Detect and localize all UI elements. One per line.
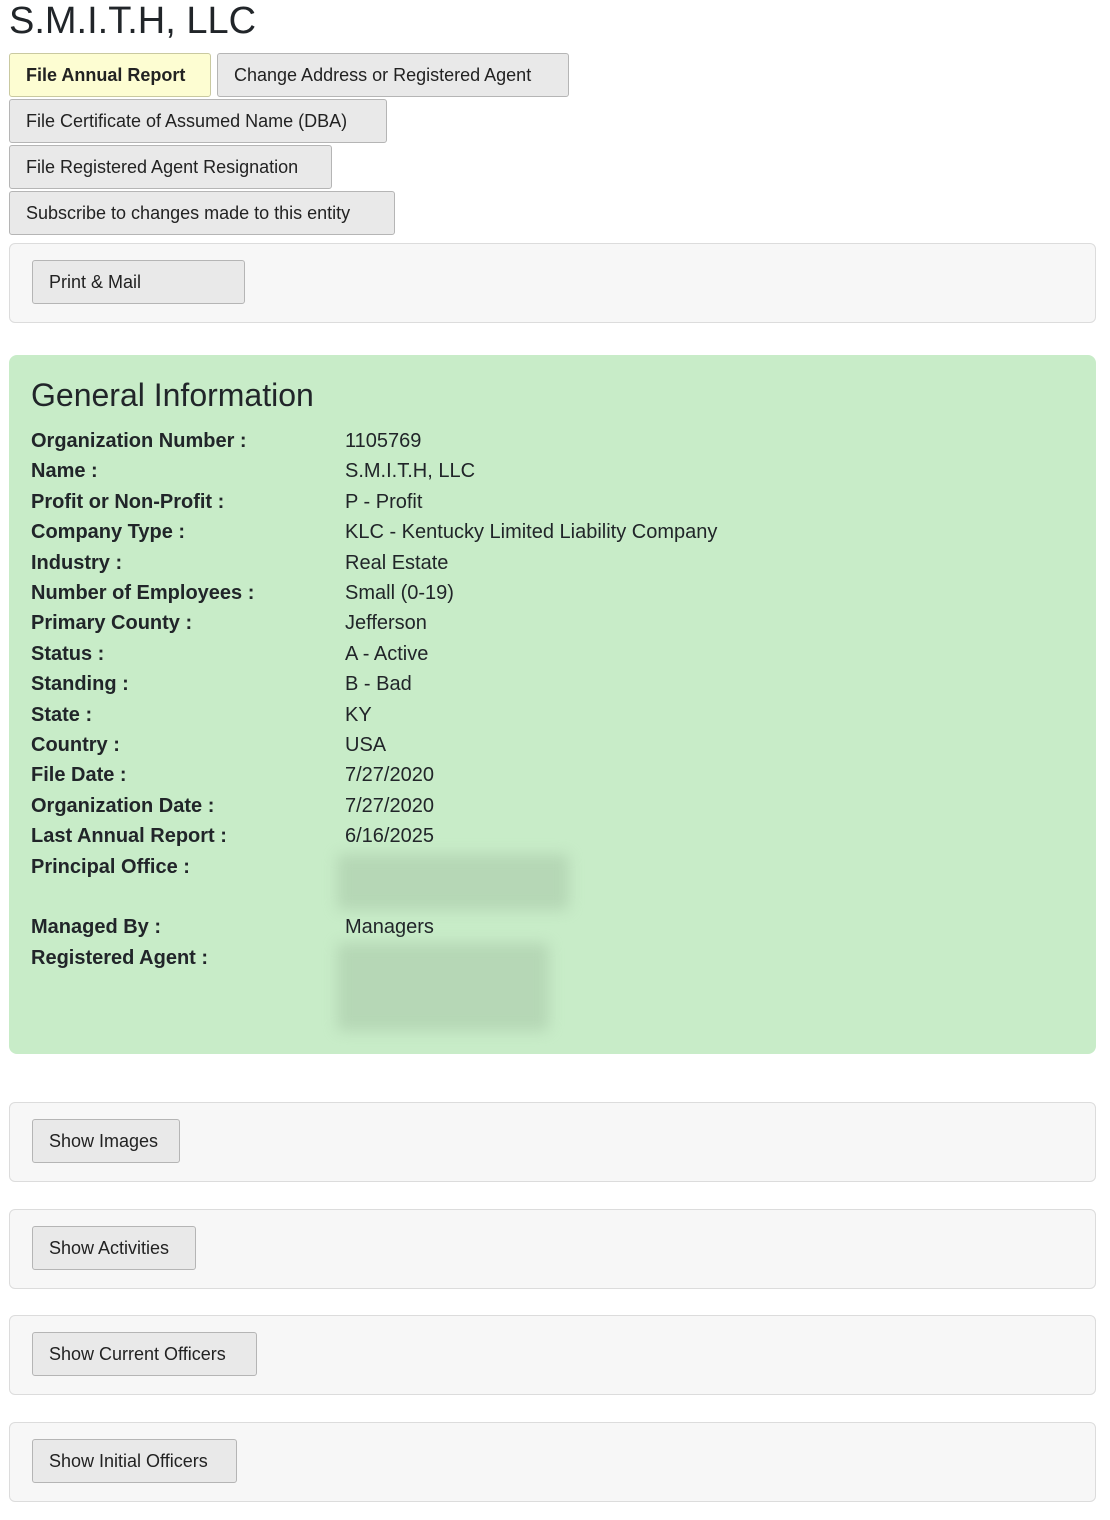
field-label-standing: Standing : xyxy=(31,673,129,695)
field-label-country: Country : xyxy=(31,734,120,756)
images-panel: Show Images xyxy=(9,1102,1096,1182)
file-dba-button[interactable]: File Certificate of Assumed Name (DBA) xyxy=(9,99,387,143)
principal-office-redacted-address xyxy=(337,854,569,910)
field-value-country: USA xyxy=(345,734,387,756)
field-label-primary-county: Primary County : xyxy=(31,612,193,634)
field-label-file-date: File Date : xyxy=(31,764,127,786)
field-value-primary-county: Jefferson xyxy=(345,612,427,634)
initial-officers-panel: Show Initial Officers xyxy=(9,1422,1096,1502)
field-label-profit: Profit or Non-Profit : xyxy=(31,491,225,513)
show-initial-officers-button[interactable]: Show Initial Officers xyxy=(32,1439,237,1483)
field-value-file-date: 7/27/2020 xyxy=(345,764,434,786)
field-value-name: S.M.I.T.H, LLC xyxy=(345,460,476,482)
field-label-employees: Number of Employees : xyxy=(31,582,255,604)
field-label-name: Name : xyxy=(31,460,98,482)
field-value-organization-number: 1105769 xyxy=(345,430,422,452)
field-label-organization-date: Organization Date : xyxy=(31,795,215,817)
show-activities-button[interactable]: Show Activities xyxy=(32,1226,196,1270)
show-images-button[interactable]: Show Images xyxy=(32,1119,180,1163)
field-label-last-annual-report: Last Annual Report : xyxy=(31,825,227,847)
print-mail-button[interactable]: Print & Mail xyxy=(32,260,245,304)
field-value-industry: Real Estate xyxy=(345,552,449,574)
general-information-heading: General Information xyxy=(31,377,314,413)
change-address-button[interactable]: Change Address or Registered Agent xyxy=(217,53,569,97)
field-value-profit: P - Profit xyxy=(345,491,423,513)
field-label-organization-number: Organization Number : xyxy=(31,430,247,452)
field-value-status: A - Active xyxy=(345,643,429,665)
show-current-officers-button[interactable]: Show Current Officers xyxy=(32,1332,257,1376)
field-label-status: Status : xyxy=(31,643,105,665)
subscribe-button[interactable]: Subscribe to changes made to this entity xyxy=(9,191,395,235)
file-annual-report-button[interactable]: File Annual Report xyxy=(9,53,211,97)
field-value-state: KY xyxy=(345,704,372,726)
general-information-card: General Information Organization Number … xyxy=(9,355,1096,1054)
field-label-company-type: Company Type : xyxy=(31,521,186,543)
activities-panel: Show Activities xyxy=(9,1209,1096,1289)
field-label-industry: Industry : xyxy=(31,552,123,574)
file-agent-resignation-button[interactable]: File Registered Agent Resignation xyxy=(9,145,332,189)
field-value-employees: Small (0-19) xyxy=(345,582,454,604)
registered-agent-redacted-address xyxy=(337,943,549,1031)
print-panel: Print & Mail xyxy=(9,243,1096,323)
field-label-state: State : xyxy=(31,704,93,726)
field-label-principal-office: Principal Office : xyxy=(31,856,190,878)
field-value-managed-by: Managers xyxy=(345,916,434,938)
field-label-registered-agent: Registered Agent : xyxy=(31,947,209,969)
field-value-company-type: KLC - Kentucky Limited Liability Company xyxy=(345,521,718,543)
field-value-organization-date: 7/27/2020 xyxy=(345,795,434,817)
page-title: S.M.I.T.H, LLC xyxy=(9,0,257,42)
field-label-managed-by: Managed By : xyxy=(31,916,162,938)
field-value-standing: B - Bad xyxy=(345,673,412,695)
field-value-last-annual-report: 6/16/2025 xyxy=(345,825,434,847)
current-officers-panel: Show Current Officers xyxy=(9,1315,1096,1395)
